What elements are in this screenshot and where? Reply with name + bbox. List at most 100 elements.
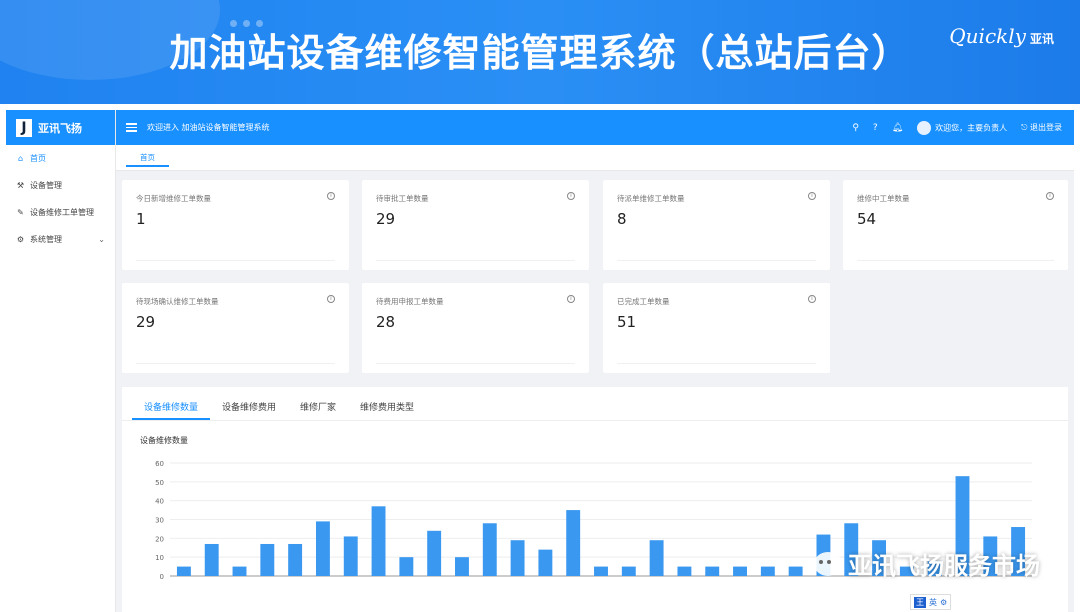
banner-title: 加油站设备维修智能管理系统（总站后台） [169,31,911,75]
welcome-text: 欢迎进入 加油站设备智能管理系统 [147,123,270,132]
menu-toggle-icon[interactable] [126,123,137,132]
chart-bar[interactable] [427,530,442,576]
chart-bar[interactable] [621,566,636,576]
stat-value: 1 [136,210,146,228]
info-icon[interactable]: i [567,192,575,200]
search-icon[interactable]: ⚲ [852,123,859,133]
tab-vendor[interactable]: 维修厂家 [288,395,348,420]
user-menu[interactable]: 欢迎您，主要负责人 [917,120,1007,135]
help-icon[interactable]: ? [873,123,878,133]
sidebar-item-label: 系统管理 [30,235,62,244]
chart-bar[interactable] [594,566,608,576]
tab-repair-count[interactable]: 设备维修数量 [132,395,211,420]
chart-bar[interactable] [760,566,775,576]
y-tick-label: 20 [155,535,164,543]
stat-label: 今日新增维修工单数量 [136,194,211,203]
chart-bar[interactable] [677,566,692,576]
tabs-divider [122,420,1068,421]
stat-value: 8 [617,210,627,228]
y-tick-label: 50 [155,479,164,487]
chart-bar[interactable] [204,543,219,576]
stat-value: 54 [857,210,877,228]
chart-bar[interactable] [649,540,664,576]
y-tick-label: 30 [155,517,164,525]
info-icon[interactable]: i [808,192,816,200]
chart-bar[interactable] [733,566,747,576]
sidebar-item-label: 首页 [30,154,46,163]
home-icon: ⌂ [17,154,24,163]
chart-bar[interactable] [371,506,386,576]
y-tick-label: 40 [155,498,164,506]
watermark: 亚讯飞扬服务市场 [814,546,1040,581]
chart-title: 设备维修数量 [140,436,188,445]
bell-icon[interactable]: 🔔︎ [892,123,903,133]
stat-value: 29 [376,210,396,228]
sidebar-item-home[interactable]: ⌂ 首页 [6,145,115,172]
gear-icon: ⚙ [16,235,25,244]
sidebar-item-label: 设备维修工单管理 [30,208,94,217]
chart-bar[interactable] [343,536,358,576]
sidebar-logo[interactable]: J 亚讯飞扬 [6,110,115,145]
chart-bar[interactable] [705,566,720,576]
y-tick-label: 60 [155,460,164,468]
divider [136,260,335,261]
stat-card: 已完成工单数量 i 51 [603,283,830,373]
tab-cost-type[interactable]: 维修费用类型 [348,395,426,420]
chart-bar[interactable] [399,557,414,576]
chart-bar[interactable] [510,540,525,576]
info-icon[interactable]: i [327,192,335,200]
chart-bar[interactable] [788,566,803,576]
ime-mode[interactable]: 英 [929,597,937,608]
stat-label: 已完成工单数量 [617,297,670,306]
stat-label: 待派单维修工单数量 [617,194,685,203]
brand-name-en: Quickly [949,24,1026,48]
sidebar-item-devices[interactable]: ⚒ 设备管理 [6,172,115,199]
ime-toolbar[interactable]: 王 英 ⚙ [910,594,952,610]
tab-home[interactable]: 首页 [126,149,169,167]
sidebar-item-system[interactable]: ⚙ 系统管理 ⌄ [6,226,115,253]
stat-label: 待费用申报工单数量 [376,297,444,306]
chart-tabs: 设备维修数量 设备维修费用 维修厂家 维修费用类型 [132,395,426,420]
stat-card: 待费用申报工单数量 i 28 [362,283,589,373]
chart-bar[interactable] [455,557,469,576]
chart-bar[interactable] [288,543,303,576]
y-tick-label: 0 [160,573,164,581]
logout-button[interactable]: ⎋ 退出登录 [1021,122,1062,133]
stat-card: 今日新增维修工单数量 i 1 [122,180,349,270]
stat-card: 待审批工单数量 i 29 [362,180,589,270]
y-tick-label: 10 [155,554,164,562]
chart-bar[interactable] [482,523,497,576]
chart-bar[interactable] [538,549,553,576]
top-bar: 欢迎进入 加油站设备智能管理系统 ⚲ ? 🔔︎ 欢迎您，主要负责人 ⎋ 退出登录 [116,110,1074,145]
tab-repair-cost[interactable]: 设备维修费用 [210,395,288,420]
stat-card: 维修中工单数量 i 54 [843,180,1068,270]
info-icon[interactable]: i [327,295,335,303]
chart-bar[interactable] [260,543,275,576]
tool-icon: ⚒ [16,181,25,190]
divider [136,363,335,364]
divider [376,363,575,364]
page-tabs: 首页 [116,145,1074,171]
info-icon[interactable]: i [567,295,575,303]
brand-name-cn: 亚讯 [1029,32,1054,46]
promo-banner: 加油站设备维修智能管理系统（总站后台） Quickly 亚讯 [0,0,1080,104]
chevron-down-icon: ⌄ [98,235,105,244]
ime-key: 王 [914,596,926,608]
logout-label: 退出登录 [1030,123,1062,132]
chart-bar[interactable] [232,566,247,576]
chart-bar[interactable] [566,510,581,576]
app-screen: J 亚讯飞扬 ⌂ 首页 ⚒ 设备管理 ✎ 设备维修工单管理 ⚙ 系统管理 ⌄ 欢… [6,110,1074,612]
bar-chart: 0 10 20 30 40 50 60 [155,460,1032,581]
logo-icon: J [16,118,32,137]
ime-settings-icon[interactable]: ⚙ [940,598,947,607]
chart-bar[interactable] [176,566,191,576]
stat-value: 29 [136,313,156,331]
stat-label: 待审批工单数量 [376,194,429,203]
chart-bar[interactable] [315,521,330,576]
info-icon[interactable]: i [1046,192,1054,200]
divider [376,260,575,261]
divider [617,260,816,261]
info-icon[interactable]: i [808,295,816,303]
stat-label: 待现场确认维修工单数量 [136,297,219,306]
sidebar-item-workorders[interactable]: ✎ 设备维修工单管理 [6,199,115,226]
